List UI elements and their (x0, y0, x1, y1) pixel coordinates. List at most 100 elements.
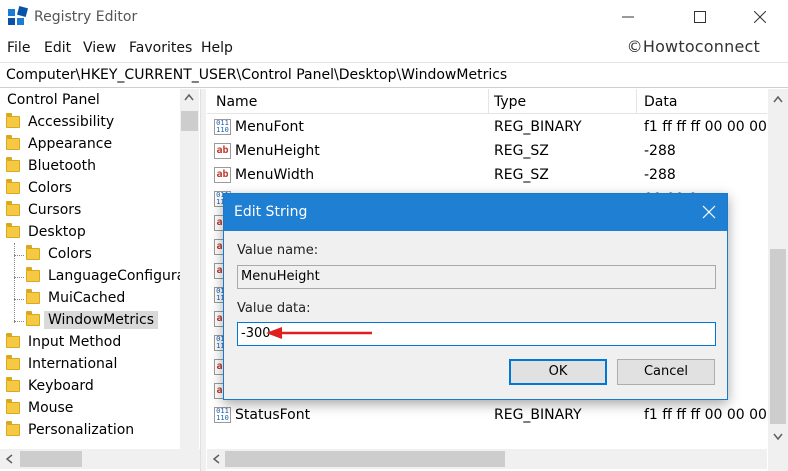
close-icon[interactable] (701, 204, 717, 220)
list-row[interactable]: ab MenuWidth REG_SZ -288 (207, 164, 767, 188)
column-type[interactable]: Type (494, 94, 526, 110)
tree-item[interactable]: Keyboard (6, 375, 94, 397)
scroll-up-icon[interactable] (184, 93, 194, 101)
cell-data: -288 (644, 167, 676, 183)
tree-item[interactable]: WindowMetrics (26, 309, 159, 331)
folder-icon (6, 377, 20, 392)
folder-icon (26, 289, 40, 304)
tree-item-label: WindowMetrics (44, 311, 159, 329)
tree-item[interactable]: LanguageConfigurat (26, 265, 191, 287)
cell-name: MenuHeight (235, 143, 320, 159)
close-button[interactable] (737, 0, 783, 34)
tree-item[interactable]: Colors (6, 177, 72, 199)
value-data-label: Value data: (237, 301, 311, 316)
column-data[interactable]: Data (644, 94, 677, 110)
tree-item[interactable]: Cursors (6, 199, 81, 221)
tree-item-label: MuiCached (48, 290, 126, 306)
key-tree: Control Panel Accessibility Appearance Blu… (0, 89, 200, 471)
folder-icon (6, 135, 20, 150)
tree-item[interactable]: Mouse (6, 397, 73, 419)
string-value-icon: ab (214, 167, 231, 183)
tree-item[interactable]: Personalization (6, 419, 134, 441)
tree-scroll-thumb[interactable] (181, 111, 198, 131)
folder-icon (6, 179, 20, 194)
minimize-button[interactable] (605, 0, 651, 34)
folder-icon (6, 201, 20, 216)
scroll-left-icon[interactable] (5, 454, 13, 464)
value-name-label: Value name: (237, 243, 319, 258)
list-horizontal-scrollbar[interactable] (207, 449, 767, 469)
folder-icon (26, 245, 40, 260)
tree-item[interactable]: International (6, 353, 117, 375)
folder-icon (6, 399, 20, 414)
scroll-left-icon[interactable] (212, 454, 220, 464)
edit-string-dialog: Edit String Value name: MenuHeight Value… (223, 193, 728, 400)
tree-item[interactable]: MuiCached (26, 287, 125, 309)
window-title: Registry Editor (34, 9, 138, 25)
menu-view[interactable]: View (83, 40, 116, 56)
tree-horizontal-scrollbar[interactable] (0, 449, 200, 469)
tree-item[interactable]: Desktop (6, 221, 86, 243)
cell-name: StatusFont (235, 407, 311, 423)
tree-hscroll-thumb[interactable] (20, 451, 82, 467)
menu-edit[interactable]: Edit (44, 40, 71, 56)
menu-file[interactable]: File (7, 40, 30, 56)
folder-icon (6, 113, 20, 128)
maximize-button[interactable] (677, 0, 723, 34)
cancel-button[interactable]: Cancel (617, 359, 715, 385)
cell-type: REG_SZ (494, 167, 549, 183)
tree-item-label: Input Method (28, 334, 122, 350)
list-row[interactable]: 011 110 MenuFont REG_BINARY f1 ff ff ff 00 … (207, 116, 780, 140)
folder-icon (6, 355, 20, 370)
tree-item[interactable]: Accessibility (6, 111, 114, 133)
title-bar: Registry Editor (0, 0, 788, 36)
column-divider[interactable] (636, 89, 637, 113)
maximize-icon (694, 11, 706, 23)
ok-button[interactable]: OK (509, 359, 607, 385)
tree-item[interactable]: Colors (26, 243, 92, 265)
cell-data: -288 (644, 143, 676, 159)
address-bar[interactable]: Computer\HKEY_CURRENT_USER\Control Panel… (0, 62, 788, 88)
tree-vertical-scrollbar[interactable] (180, 89, 199, 449)
tree-item-label: Keyboard (28, 378, 94, 394)
cell-type: REG_BINARY (494, 407, 582, 423)
folder-icon (26, 267, 40, 282)
scroll-down-icon[interactable] (773, 433, 783, 441)
tree-item[interactable]: Appearance (6, 133, 112, 155)
binary-value-icon: 011 110 (214, 119, 231, 135)
list-scroll-thumb[interactable] (770, 249, 786, 424)
tree-root-control-panel[interactable]: Control Panel (7, 92, 100, 108)
cell-type: REG_SZ (494, 143, 549, 159)
string-value-icon: ab (214, 143, 231, 159)
menu-favorites[interactable]: Favorites (129, 40, 192, 56)
cell-name: MenuWidth (235, 167, 315, 183)
binary-value-icon: 011 110 (214, 407, 231, 423)
address-path: Computer\HKEY_CURRENT_USER\Control Panel… (6, 67, 508, 83)
value-name-field: MenuHeight (237, 265, 716, 289)
list-row[interactable]: ab MenuHeight REG_SZ -288 (207, 140, 767, 164)
folder-icon (6, 333, 20, 348)
folder-icon (6, 157, 20, 172)
registry-editor-icon (8, 5, 29, 27)
tree-item-label: Mouse (28, 400, 74, 416)
tree-item-label: Appearance (28, 136, 113, 152)
list-hscroll-thumb[interactable] (225, 451, 505, 467)
cell-data: f1 ff ff ff 00 00 00 0 (644, 119, 781, 135)
list-vertical-scrollbar[interactable] (768, 89, 788, 471)
pane-splitter[interactable] (200, 89, 206, 471)
tree-item[interactable]: Input Method (6, 331, 121, 353)
tree-connector (14, 255, 24, 256)
tree-item-label: Cursors (28, 202, 82, 218)
scroll-up-icon[interactable] (773, 95, 783, 103)
tree-item-label: International (28, 356, 118, 372)
folder-icon (26, 311, 40, 326)
column-name[interactable]: Name (216, 94, 257, 110)
cell-type: REG_BINARY (494, 119, 582, 135)
tree-item[interactable]: Bluetooth (6, 155, 96, 177)
menu-help[interactable]: Help (201, 40, 233, 56)
cell-name: MenuFont (235, 119, 304, 135)
folder-icon (6, 223, 20, 238)
column-divider[interactable] (488, 89, 489, 113)
red-arrow-annotation (266, 327, 372, 339)
list-row[interactable]: 011 110 StatusFont REG_BINARY f1 ff ff ff 0… (207, 404, 780, 428)
